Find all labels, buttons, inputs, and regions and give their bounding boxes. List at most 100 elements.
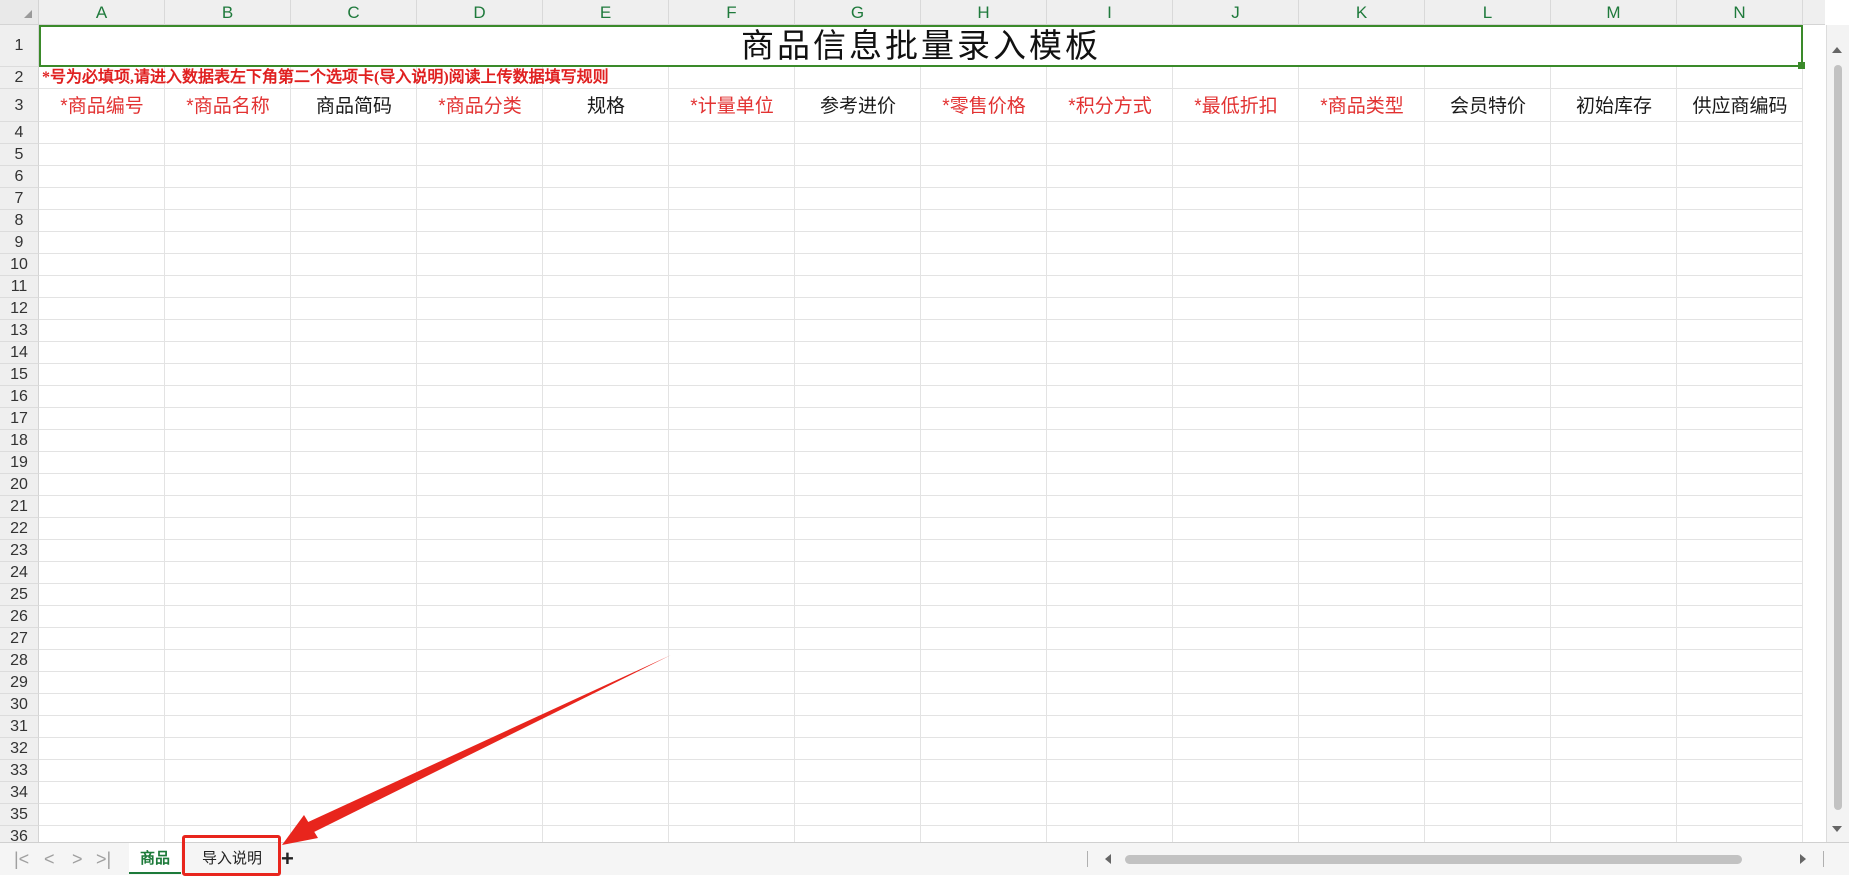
row-header-32[interactable]: 32 bbox=[0, 738, 39, 760]
row-header-2[interactable]: 2 bbox=[0, 67, 39, 89]
column-header-h[interactable]: H bbox=[921, 0, 1047, 25]
row-gridline bbox=[39, 363, 1803, 364]
row-header-5[interactable]: 5 bbox=[0, 144, 39, 166]
prev-sheet-icon[interactable]: < bbox=[44, 849, 55, 869]
tab-products[interactable]: 商品 bbox=[129, 843, 181, 874]
row-header-34[interactable]: 34 bbox=[0, 782, 39, 804]
scroll-right-icon[interactable] bbox=[1800, 854, 1806, 864]
column-header-l[interactable]: L bbox=[1425, 0, 1551, 25]
column-header-g[interactable]: G bbox=[795, 0, 921, 25]
row-header-28[interactable]: 28 bbox=[0, 650, 39, 672]
row-header-11[interactable]: 11 bbox=[0, 276, 39, 298]
column-header-b[interactable]: B bbox=[165, 0, 291, 25]
column-header-k[interactable]: K bbox=[1299, 0, 1425, 25]
select-all-corner[interactable] bbox=[0, 0, 39, 25]
row-header-12[interactable]: 12 bbox=[0, 298, 39, 320]
header-cell-d[interactable]: *商品分类 bbox=[417, 90, 543, 123]
header-cell-c[interactable]: 商品简码 bbox=[291, 90, 417, 123]
row-header-7[interactable]: 7 bbox=[0, 188, 39, 210]
next-sheet-icon[interactable]: > bbox=[72, 849, 83, 869]
header-cell-a[interactable]: *商品编号 bbox=[39, 90, 165, 123]
row-header-17[interactable]: 17 bbox=[0, 408, 39, 430]
header-cell-f[interactable]: *计量单位 bbox=[669, 90, 795, 123]
row-header-35[interactable]: 35 bbox=[0, 804, 39, 826]
spreadsheet-grid[interactable]: ABCDEFGHIJKLMN 1 2 3 4 5 6 7 8 9 10 11 12 13 14 15 16 17… bbox=[0, 0, 1849, 842]
row-header-8[interactable]: 8 bbox=[0, 210, 39, 232]
row-header-3[interactable]: 3 bbox=[0, 89, 39, 122]
row-header-20[interactable]: 20 bbox=[0, 474, 39, 496]
column-header-c[interactable]: C bbox=[291, 0, 417, 25]
row-header-25[interactable]: 25 bbox=[0, 584, 39, 606]
header-cell-k[interactable]: *商品类型 bbox=[1299, 90, 1425, 123]
row-gridline bbox=[39, 341, 1803, 342]
row-header-4[interactable]: 4 bbox=[0, 122, 39, 144]
header-cell-l[interactable]: 会员特价 bbox=[1425, 90, 1551, 123]
column-gridline bbox=[416, 25, 417, 842]
row-header-26[interactable]: 26 bbox=[0, 606, 39, 628]
first-sheet-icon[interactable]: |< bbox=[14, 849, 29, 869]
row-gridline bbox=[39, 231, 1803, 232]
row-header-14[interactable]: 14 bbox=[0, 342, 39, 364]
fill-handle[interactable] bbox=[1798, 62, 1805, 69]
select-all-icon bbox=[24, 10, 32, 18]
column-header-i[interactable]: I bbox=[1047, 0, 1173, 25]
row-header-21[interactable]: 21 bbox=[0, 496, 39, 518]
header-cell-m[interactable]: 初始库存 bbox=[1551, 90, 1677, 123]
row-header-29[interactable]: 29 bbox=[0, 672, 39, 694]
row-header-33[interactable]: 33 bbox=[0, 760, 39, 782]
column-header-j[interactable]: J bbox=[1173, 0, 1299, 25]
row-header-31[interactable]: 31 bbox=[0, 716, 39, 738]
title-cell[interactable]: 商品信息批量录入模板 bbox=[39, 25, 1803, 67]
vertical-scrollbar[interactable] bbox=[1826, 25, 1849, 842]
row-gridline bbox=[39, 88, 1803, 89]
row-header-23[interactable]: 23 bbox=[0, 540, 39, 562]
required-note-cell[interactable]: *号为必填项,请进入数据表左下角第二个选项卡(导入说明)阅读上传数据填写规则 bbox=[42, 68, 609, 88]
row-header-6[interactable]: 6 bbox=[0, 166, 39, 188]
column-header-d[interactable]: D bbox=[417, 0, 543, 25]
horizontal-scroll-thumb[interactable] bbox=[1125, 855, 1742, 864]
row-header-1[interactable]: 1 bbox=[0, 25, 39, 67]
column-header-m[interactable]: M bbox=[1551, 0, 1677, 25]
header-cell-g[interactable]: 参考进价 bbox=[795, 90, 921, 123]
scroll-left-icon[interactable] bbox=[1105, 854, 1111, 864]
header-cell-n[interactable]: 供应商编码 bbox=[1677, 90, 1803, 123]
row-gridline bbox=[39, 407, 1803, 408]
row-header-19[interactable]: 19 bbox=[0, 452, 39, 474]
column-header-n[interactable]: N bbox=[1677, 0, 1803, 25]
row-header-24[interactable]: 24 bbox=[0, 562, 39, 584]
row-header-15[interactable]: 15 bbox=[0, 364, 39, 386]
column-header-a[interactable]: A bbox=[39, 0, 165, 25]
header-cell-i[interactable]: *积分方式 bbox=[1047, 90, 1173, 123]
row-gridline bbox=[39, 605, 1803, 606]
row-header-30[interactable]: 30 bbox=[0, 694, 39, 716]
row-gridline bbox=[39, 649, 1803, 650]
column-header-filler bbox=[1803, 0, 1825, 25]
row-header-9[interactable]: 9 bbox=[0, 232, 39, 254]
row-header-27[interactable]: 27 bbox=[0, 628, 39, 650]
row-header-10[interactable]: 10 bbox=[0, 254, 39, 276]
row-gridline bbox=[39, 715, 1803, 716]
vertical-scroll-thumb[interactable] bbox=[1834, 65, 1842, 810]
scroll-up-icon[interactable] bbox=[1832, 47, 1842, 53]
column-gridline bbox=[1676, 25, 1677, 842]
row-header-16[interactable]: 16 bbox=[0, 386, 39, 408]
row-gridline bbox=[39, 561, 1803, 562]
column-gridline bbox=[1424, 25, 1425, 842]
header-cell-h[interactable]: *零售价格 bbox=[921, 90, 1047, 123]
row-header-18[interactable]: 18 bbox=[0, 430, 39, 452]
row-gridline bbox=[39, 825, 1803, 826]
column-header-f[interactable]: F bbox=[669, 0, 795, 25]
header-cell-j[interactable]: *最低折扣 bbox=[1173, 90, 1299, 123]
header-cell-b[interactable]: *商品名称 bbox=[165, 90, 291, 123]
row-gridline bbox=[39, 253, 1803, 254]
add-sheet-button[interactable]: + bbox=[281, 846, 294, 872]
column-gridline bbox=[1298, 25, 1299, 842]
row-header-13[interactable]: 13 bbox=[0, 320, 39, 342]
row-header-22[interactable]: 22 bbox=[0, 518, 39, 540]
column-gridline bbox=[668, 25, 669, 842]
scroll-down-icon[interactable] bbox=[1832, 826, 1842, 832]
column-header-e[interactable]: E bbox=[543, 0, 669, 25]
last-sheet-icon[interactable]: >| bbox=[96, 849, 111, 869]
header-cell-e[interactable]: 规格 bbox=[543, 90, 669, 123]
row-header-36[interactable]: 36 bbox=[0, 826, 39, 842]
